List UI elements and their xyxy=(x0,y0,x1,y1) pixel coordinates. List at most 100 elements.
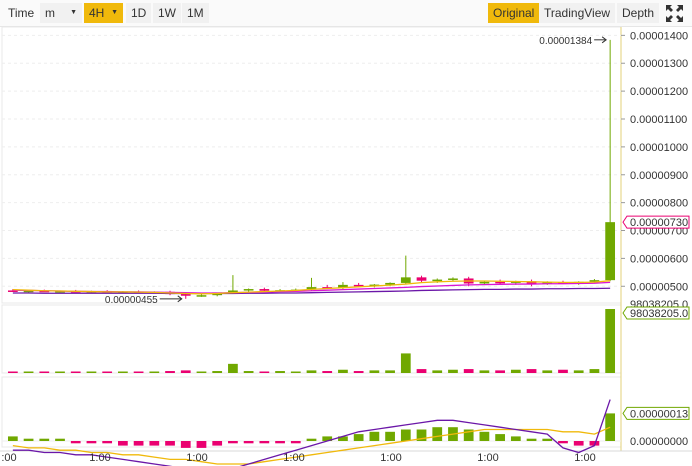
macd-bar xyxy=(353,434,364,441)
candle-body xyxy=(180,294,191,296)
high-price-label: 0.00001384 xyxy=(539,36,592,47)
volume-bar xyxy=(165,371,175,373)
candle-body xyxy=(605,222,616,281)
macd-bar xyxy=(479,431,490,441)
candle-body xyxy=(243,289,254,291)
minute-select[interactable]: m ▼ xyxy=(40,3,82,23)
macd-bar xyxy=(259,441,270,444)
volume-bar xyxy=(86,371,97,373)
macd-bar xyxy=(118,441,128,446)
macd-bar xyxy=(23,438,34,441)
current-price-label: 0.00000730 xyxy=(630,217,688,229)
macd-bar xyxy=(400,429,411,441)
macd-bar xyxy=(196,441,207,448)
volume-bar xyxy=(259,371,270,373)
macd-bar xyxy=(39,438,50,441)
volume-bar xyxy=(228,363,238,373)
volume-bar xyxy=(416,369,427,373)
macd-bar xyxy=(133,441,144,446)
interval-4h-button[interactable]: 4H ▼ xyxy=(84,3,123,23)
macd-bar xyxy=(7,436,18,441)
volume-bar xyxy=(495,370,505,373)
macd-bar xyxy=(180,441,191,448)
macd-bar xyxy=(432,427,443,441)
macd-bar xyxy=(385,431,395,441)
candle-body xyxy=(196,295,207,297)
price-tick-label: 0.00000600 xyxy=(630,253,688,265)
volume-bar xyxy=(180,370,191,373)
price-tick-label: 0.00000800 xyxy=(630,198,688,210)
price-tick-label: 0.00001200 xyxy=(630,86,688,98)
volume-bar xyxy=(369,370,380,373)
view-tradingview-button[interactable]: TradingView xyxy=(539,3,616,23)
fullscreen-icon[interactable] xyxy=(665,4,684,23)
price-axis: 0.00001400 0.00001300 0.00001200 0.00001100… xyxy=(621,30,690,448)
interval-1d-button[interactable]: 1D xyxy=(126,3,152,23)
volume-bar xyxy=(70,371,81,373)
candle-body xyxy=(400,277,411,283)
macd-bar xyxy=(55,438,65,441)
macd-bar xyxy=(369,431,380,441)
volume-series xyxy=(7,309,616,373)
time-tick-label: :00 xyxy=(1,452,16,464)
volume-bar xyxy=(322,371,333,373)
chevron-down-icon: ▼ xyxy=(111,9,118,16)
candle-body xyxy=(479,281,490,284)
interval-4h-label: 4H xyxy=(89,6,105,20)
macd-current-label: 0.00000013 xyxy=(630,408,688,420)
volume-bar xyxy=(212,371,223,373)
candle-body xyxy=(448,278,458,280)
volume-bar xyxy=(573,370,584,373)
volume-bar xyxy=(542,370,553,373)
volume-bar xyxy=(39,371,50,373)
candle-body xyxy=(416,277,427,281)
time-tick-label: 1:00 xyxy=(574,452,595,464)
pane-frame xyxy=(1,376,622,448)
macd-bar xyxy=(212,441,223,446)
volume-bar xyxy=(510,369,521,373)
volume-bar xyxy=(55,371,65,373)
time-tick-label: 1:00 xyxy=(380,452,401,464)
chart-annotations: 0.00001384 0.00000455 xyxy=(105,36,607,306)
volume-bar xyxy=(243,371,254,373)
price-tick-label: 0.00000500 xyxy=(630,281,688,293)
time-label: Time xyxy=(8,6,35,20)
candle-body xyxy=(259,289,270,291)
kline-chart[interactable]: 0.00001400 0.00001300 0.00001200 0.00001100… xyxy=(0,27,692,466)
macd-bar xyxy=(495,434,505,441)
view-original-button[interactable]: Original xyxy=(488,3,540,23)
volume-bar xyxy=(589,369,600,373)
view-depth-button[interactable]: Depth xyxy=(617,3,660,23)
time-tick-label: 1:00 xyxy=(283,452,304,464)
macd-bar xyxy=(243,441,254,444)
price-tick-label: 0.00001100 xyxy=(630,114,687,126)
macd-bar xyxy=(526,438,537,441)
volume-bar xyxy=(448,369,458,373)
toolbar: Time m ▼ 4H ▼ 1D 1W 1M Original TradingV… xyxy=(0,0,692,27)
macd-bar xyxy=(275,441,285,444)
volume-bar xyxy=(275,371,285,373)
pane-frame xyxy=(1,27,622,304)
low-price-label: 0.00000455 xyxy=(105,295,158,306)
macd-bar xyxy=(165,441,175,446)
macd-bar xyxy=(228,441,238,444)
macd-bar xyxy=(306,438,317,441)
interval-1m-button[interactable]: 1M xyxy=(182,3,209,23)
volume-bar xyxy=(133,371,144,373)
macd-bar xyxy=(558,441,568,444)
chart-grid xyxy=(0,27,692,452)
time-tick-label: 1:00 xyxy=(89,452,110,464)
candle-body xyxy=(432,279,443,282)
volume-bar xyxy=(432,370,443,373)
volume-bar xyxy=(23,371,34,373)
macd-zero-label: 0.00000000 xyxy=(630,436,688,448)
volume-bar xyxy=(400,353,411,373)
interval-1w-button[interactable]: 1W xyxy=(153,3,181,23)
volume-bar xyxy=(338,369,348,373)
volume-bar xyxy=(463,369,474,373)
volume-bar xyxy=(526,369,537,373)
price-tick-label: 0.00001400 xyxy=(630,30,688,42)
volume-bar xyxy=(605,309,616,373)
volume-bar xyxy=(306,370,317,373)
macd-bar xyxy=(573,441,584,446)
